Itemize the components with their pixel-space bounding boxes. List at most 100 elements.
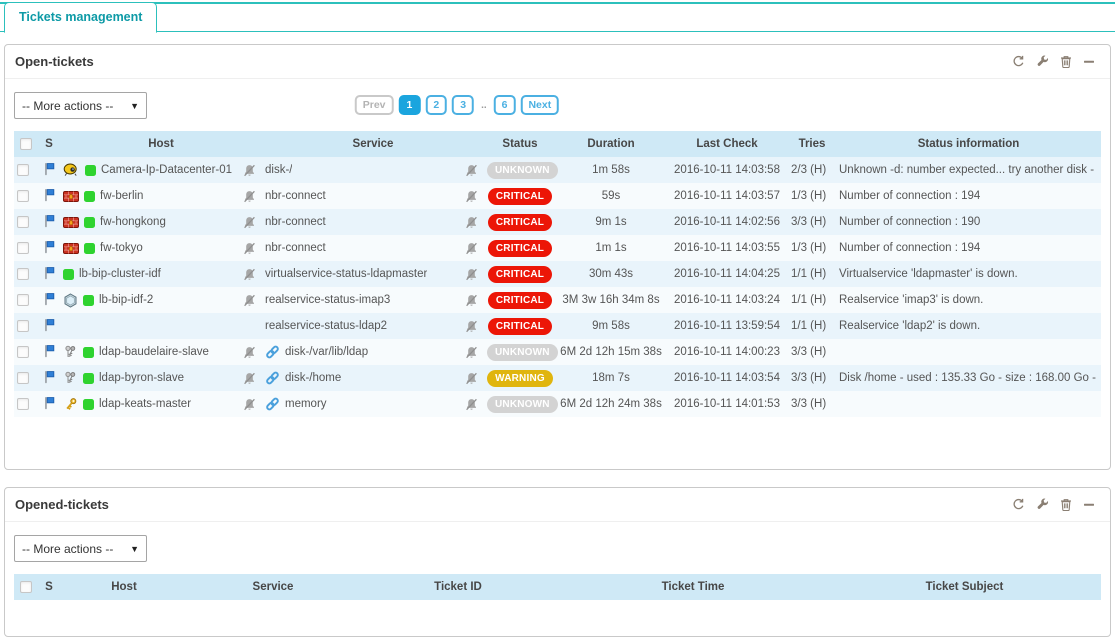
pagination-prev-button[interactable]: Prev [355, 95, 394, 115]
pagination-page-6[interactable]: 6 [494, 95, 516, 115]
refresh-icon[interactable] [1012, 55, 1025, 68]
duration: 18m 7s [556, 365, 666, 391]
notifications-disabled-icon [243, 268, 259, 281]
duration: 9m 1s [556, 209, 666, 235]
trash-icon[interactable] [1060, 498, 1072, 511]
tab-tickets-management[interactable]: Tickets management [4, 2, 157, 33]
host-up-indicator [84, 243, 95, 254]
service-name[interactable]: memory [285, 398, 327, 410]
more-actions-label: -- More actions -- [22, 99, 113, 113]
pagination-page-2[interactable]: 2 [425, 95, 447, 115]
firewall-icon [63, 216, 79, 229]
more-actions-label: -- More actions -- [22, 542, 113, 556]
tries: 1/3 (H) [788, 183, 836, 209]
status-badge: CRITICAL [488, 214, 552, 231]
service-name[interactable]: disk-/ [265, 164, 292, 176]
flag-icon [43, 292, 56, 306]
row-checkbox[interactable] [17, 268, 29, 280]
host-name[interactable]: ldap-keats-master [99, 398, 191, 410]
service-name[interactable]: realservice-status-ldap2 [265, 320, 387, 332]
column-header-s[interactable]: S [38, 131, 60, 157]
host-name[interactable]: fw-hongkong [100, 216, 166, 228]
host-name[interactable]: lb-bip-cluster-idf [79, 268, 161, 280]
row-checkbox[interactable] [17, 372, 29, 384]
wrench-icon[interactable] [1036, 55, 1049, 68]
host-name[interactable]: ldap-byron-slave [99, 372, 184, 384]
trash-icon[interactable] [1060, 55, 1072, 68]
service-name[interactable]: disk-/var/lib/ldap [285, 346, 368, 358]
pagination-page-3[interactable]: 3 [452, 95, 474, 115]
host-up-indicator [83, 399, 94, 410]
service-name[interactable]: disk-/home [285, 372, 341, 384]
notifications-disabled-icon [243, 346, 259, 359]
status-badge: UNKNOWN [487, 344, 558, 361]
last-check: 2016-10-11 13:59:54 [666, 313, 788, 339]
pagination-page-1[interactable]: 1 [399, 95, 421, 115]
last-check: 2016-10-11 14:03:57 [666, 183, 788, 209]
status-information: Realservice 'ldap2' is down. [836, 313, 1101, 339]
row-checkbox[interactable] [17, 346, 29, 358]
service-name[interactable]: nbr-connect [265, 216, 326, 228]
row-checkbox[interactable] [17, 216, 29, 228]
host-name[interactable]: lb-bip-idf-2 [99, 294, 153, 306]
minus-icon[interactable] [1083, 498, 1095, 511]
wrench-icon[interactable] [1036, 498, 1049, 511]
link-icon[interactable] [265, 371, 280, 385]
empty-table-area [5, 600, 1110, 636]
minus-icon[interactable] [1083, 55, 1095, 68]
table-row: ldap-baudelaire-slave disk-/var/lib/ldap U… [14, 339, 1101, 365]
row-checkbox[interactable] [17, 242, 29, 254]
host-name[interactable]: fw-berlin [100, 190, 143, 202]
more-actions-select[interactable]: -- More actions -- ▼ [14, 535, 147, 562]
duration: 30m 43s [556, 261, 666, 287]
column-header-status-information[interactable]: Status information [836, 131, 1101, 157]
column-header-ticket-time[interactable]: Ticket Time [558, 574, 828, 600]
column-header-service[interactable]: Service [262, 131, 484, 157]
column-header-status[interactable]: Status [484, 131, 556, 157]
column-header-s[interactable]: S [38, 574, 60, 600]
link-icon[interactable] [265, 345, 280, 359]
link-icon[interactable] [265, 397, 280, 411]
open-tickets-table: S Host Service Status Duration Last Chec… [14, 131, 1101, 417]
select-all-checkbox[interactable] [20, 138, 32, 150]
tries: 1/1 (H) [788, 261, 836, 287]
refresh-icon[interactable] [1012, 498, 1025, 511]
status-badge: CRITICAL [488, 240, 552, 257]
column-header-host[interactable]: Host [60, 131, 262, 157]
flag-icon [43, 318, 56, 332]
select-all-checkbox[interactable] [20, 581, 32, 593]
notifications-disabled-icon [465, 190, 481, 203]
notifications-disabled-icon [243, 190, 259, 203]
row-checkbox[interactable] [17, 294, 29, 306]
more-actions-select[interactable]: -- More actions -- ▼ [14, 92, 147, 119]
column-header-ticket-id[interactable]: Ticket ID [358, 574, 558, 600]
pagination-next-button[interactable]: Next [520, 95, 559, 115]
column-header-ticket-subject[interactable]: Ticket Subject [828, 574, 1101, 600]
pagination: Prev 1 2 3 .. 6 Next [355, 95, 559, 115]
column-header-last-check[interactable]: Last Check [666, 131, 788, 157]
host-name[interactable]: ldap-baudelaire-slave [99, 346, 209, 358]
notifications-disabled-icon [465, 320, 481, 333]
row-checkbox[interactable] [17, 320, 29, 332]
table-row: fw-berlinnbr-connectCRITICAL59s2016-10-1… [14, 183, 1101, 209]
notifications-disabled-icon [465, 294, 481, 307]
service-name[interactable]: nbr-connect [265, 242, 326, 254]
service-name[interactable]: realservice-status-imap3 [265, 294, 390, 306]
table-row: lb-bip-cluster-idf virtualservice-status-… [14, 261, 1101, 287]
row-checkbox[interactable] [17, 164, 29, 176]
column-header-duration[interactable]: Duration [556, 131, 666, 157]
duration: 59s [556, 183, 666, 209]
column-header-service[interactable]: Service [188, 574, 358, 600]
service-name[interactable]: virtualservice-status-ldapmaster [265, 268, 427, 280]
column-header-tries[interactable]: Tries [788, 131, 836, 157]
open-tickets-toolbar: -- More actions -- ▼ Prev 1 2 3 .. 6 Nex… [5, 79, 1110, 131]
notifications-disabled-icon [465, 398, 481, 411]
column-header-host[interactable]: Host [60, 574, 188, 600]
host-name[interactable]: Camera-Ip-Datacenter-01 [101, 164, 232, 176]
table-header-row: S Host Service Ticket ID Ticket Time Tic… [14, 574, 1101, 600]
row-checkbox[interactable] [17, 190, 29, 202]
service-name[interactable]: nbr-connect [265, 190, 326, 202]
row-checkbox[interactable] [17, 398, 29, 410]
host-name[interactable]: fw-tokyo [100, 242, 143, 254]
notifications-disabled-icon [243, 398, 259, 411]
